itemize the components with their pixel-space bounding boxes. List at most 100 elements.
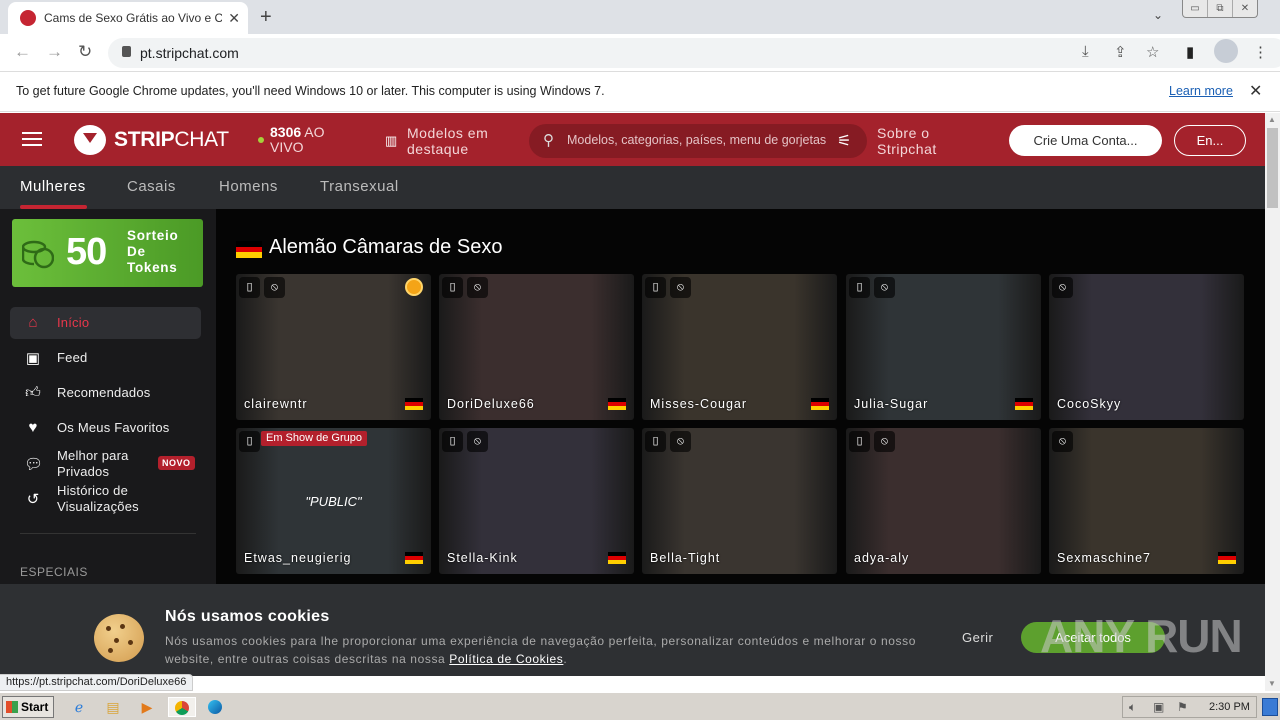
network-icon[interactable]: ▣: [1153, 700, 1164, 714]
action-center-flag-icon[interactable]: ⚑: [1177, 700, 1188, 714]
tab-mulheres[interactable]: Mulheres: [20, 178, 86, 195]
share-icon[interactable]: ⇪: [1114, 43, 1127, 61]
chrome-icon[interactable]: [168, 697, 196, 717]
edge-icon[interactable]: [204, 697, 226, 717]
model-name: clairewntr: [244, 397, 308, 411]
status-bubble: https://pt.stripchat.com/DoriDeluxe66: [0, 674, 194, 691]
history-icon: ↺: [26, 491, 40, 508]
stream-card[interactable]: ▯ ⦸ Misses-Cougar: [642, 274, 837, 420]
signup-button[interactable]: Crie Uma Conta...: [1009, 125, 1162, 156]
vertical-scrollbar[interactable]: ▲ ▼: [1265, 113, 1280, 691]
tab-casais[interactable]: Casais: [127, 178, 176, 195]
search-icon: ⚲: [543, 132, 554, 149]
germany-flag-icon: [405, 398, 423, 410]
stream-card[interactable]: ▯ ⦸ adya-aly: [846, 428, 1041, 574]
mobile-icon: ▯: [849, 277, 870, 298]
model-name: Etwas_neugierig: [244, 551, 352, 565]
stream-card[interactable]: ▯ ⦸ Julia-Sugar: [846, 274, 1041, 420]
live-dot-icon: [258, 137, 264, 143]
stripchat-logo[interactable]: STRIPCHAT: [114, 128, 229, 152]
token-giveaway-banner[interactable]: 50 Sorteio De Tokens: [12, 219, 203, 287]
germany-flag-icon: [608, 398, 626, 410]
profile-icon[interactable]: [1214, 39, 1238, 63]
close-tab-icon[interactable]: ✕: [228, 10, 240, 27]
interactive-toy-icon: ⦸: [874, 431, 895, 452]
show-desktop-button[interactable]: [1262, 698, 1278, 716]
main-content: Alemão Câmaras de Sexo ▯ ⦸ clairewntr ▯ ⦸ Dor…: [216, 209, 1265, 584]
filter-icon[interactable]: ⚟: [837, 131, 851, 151]
windows-taskbar: Start ℯ ▤ ▶ 🔈︎ ▣ ⚑ 2:30 PM: [0, 692, 1280, 720]
close-infobar-icon[interactable]: ✕: [1249, 81, 1262, 101]
accept-all-cookies-button[interactable]: Aceitar todos: [1021, 622, 1165, 653]
volume-icon[interactable]: 🔈︎: [1129, 700, 1136, 715]
medal-icon: [405, 278, 423, 296]
model-name: Misses-Cougar: [650, 397, 748, 411]
interactive-toy-icon: ⦸: [670, 431, 691, 452]
sidebar-item-historico[interactable]: ↺ Histórico de Visualizações: [10, 482, 201, 516]
featured-models-link[interactable]: ▥ Modelos em destaque: [385, 125, 515, 157]
address-bar[interactable]: pt.stripchat.com: [108, 38, 1280, 68]
germany-flag-icon: [608, 552, 626, 564]
cookie-title: Nós usamos cookies: [165, 608, 330, 625]
token-giveaway-label: Sorteio De Tokens: [127, 228, 179, 275]
tab-title: Cams de Sexo Grátis ao Vivo e Chat: [44, 11, 223, 25]
file-explorer-icon[interactable]: ▤: [102, 697, 124, 717]
close-window-button[interactable]: ✕: [1233, 0, 1257, 17]
stream-card[interactable]: ▯ Em Show de Grupo "PUBLIC" Etwas_neugierig: [236, 428, 431, 574]
scroll-up-icon[interactable]: ▲: [1268, 115, 1276, 124]
sidebar-item-privados[interactable]: 💬︎ Melhor para Privados NOVO: [10, 447, 201, 481]
internet-explorer-icon[interactable]: ℯ: [68, 697, 90, 717]
scroll-down-icon[interactable]: ▼: [1268, 679, 1276, 688]
sidebar-item-feed[interactable]: ▣ Feed: [10, 342, 201, 374]
restore-button[interactable]: ⧉: [1208, 0, 1233, 17]
mobile-icon: ▯: [849, 431, 870, 452]
hamburger-menu-icon[interactable]: [22, 132, 42, 146]
browser-toolbar: ← → ↻ pt.stripchat.com ⤓ ⇪ ☆ ▮ ⋮: [0, 34, 1280, 72]
cookie-icon: [94, 614, 144, 662]
model-name: adya-aly: [854, 551, 910, 565]
back-icon[interactable]: ←: [14, 42, 31, 62]
new-tab-button[interactable]: +: [260, 6, 272, 29]
heart-icon: ♥: [28, 419, 38, 436]
group-show-badge: Em Show de Grupo: [261, 431, 367, 446]
side-panel-icon[interactable]: ▮: [1186, 43, 1194, 61]
media-player-icon[interactable]: ▶: [136, 697, 158, 717]
featured-icon: ▥: [385, 133, 398, 148]
tab-homens[interactable]: Homens: [219, 178, 278, 195]
stream-card[interactable]: ▯ ⦸ DoriDeluxe66: [439, 274, 634, 420]
minimize-button[interactable]: ▭: [1183, 0, 1208, 17]
reload-icon[interactable]: ↻: [78, 42, 92, 62]
learn-more-link[interactable]: Learn more: [1169, 84, 1233, 98]
site-header: STRIPCHAT 8306 AO VIVO ▥ Modelos em desta…: [0, 113, 1265, 166]
install-icon[interactable]: ⤓: [1082, 43, 1089, 60]
menu-icon[interactable]: ⋮: [1253, 43, 1268, 61]
scrollbar-thumb[interactable]: [1267, 128, 1278, 208]
bookmark-star-icon[interactable]: ☆: [1146, 43, 1159, 61]
cookie-policy-link[interactable]: Política de Cookies: [449, 652, 563, 666]
stream-card[interactable]: ▯ ⦸ Bella-Tight: [642, 428, 837, 574]
start-button[interactable]: Start: [2, 696, 54, 718]
stream-card[interactable]: ⦸ Sexmaschine7: [1049, 428, 1244, 574]
tab-transexual[interactable]: Transexual: [320, 178, 399, 195]
forward-icon[interactable]: →: [46, 42, 63, 62]
sidebar-item-favoritos[interactable]: ♥ Os Meus Favoritos: [10, 412, 201, 444]
tab-search-chevron-icon[interactable]: ⌄: [1153, 8, 1163, 22]
stripchat-logo-icon[interactable]: [74, 125, 106, 155]
infobar-message: To get future Google Chrome updates, you…: [16, 84, 605, 98]
login-button[interactable]: En...: [1174, 125, 1246, 156]
search-input[interactable]: ⚲ Modelos, categorias, países, menu de g…: [529, 124, 867, 158]
model-name: Julia-Sugar: [854, 397, 929, 411]
sidebar-item-inicio[interactable]: ⌂ Início: [10, 307, 201, 339]
stream-card[interactable]: ▯ ⦸ clairewntr: [236, 274, 431, 420]
feed-icon: ▣: [25, 350, 41, 367]
browser-tab[interactable]: Cams de Sexo Grátis ao Vivo e Chat ✕: [8, 2, 248, 34]
new-badge: NOVO: [158, 456, 195, 470]
mobile-icon: ▯: [442, 431, 463, 452]
manage-cookies-button[interactable]: Gerir: [962, 630, 993, 645]
sidebar-item-recomendados[interactable]: 👍︎ Recomendados: [10, 377, 201, 409]
mobile-icon: ▯: [645, 277, 666, 298]
mobile-icon: ▯: [239, 431, 260, 452]
about-link[interactable]: Sobre o Stripchat: [877, 125, 967, 157]
stream-card[interactable]: ⦸ CocoSkyy: [1049, 274, 1244, 420]
stream-card[interactable]: ▯ ⦸ Stella-Kink: [439, 428, 634, 574]
